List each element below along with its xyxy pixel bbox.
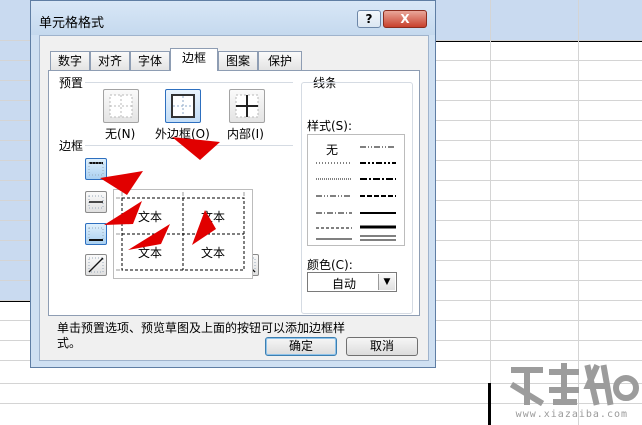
ok-button[interactable]: 确定: [265, 337, 337, 356]
presets-group-label: 预置: [59, 74, 84, 91]
preset-inside-button[interactable]: [229, 89, 265, 123]
help-button[interactable]: ?: [357, 10, 381, 28]
border-group-label: 边框: [59, 137, 84, 154]
border-top-icon: [88, 162, 104, 176]
color-label: 颜色(C):: [307, 256, 353, 273]
border-diagonal-up-icon: [88, 257, 104, 273]
preset-outline-button[interactable]: [165, 89, 201, 123]
cell-border-line: [488, 383, 491, 425]
tab-alignment[interactable]: 对齐: [90, 51, 130, 70]
tab-font[interactable]: 字体: [130, 51, 170, 70]
preset-none-label: 无(N): [105, 127, 136, 141]
tab-protection[interactable]: 保护: [258, 51, 302, 70]
border-middle-horizontal-icon: [88, 195, 104, 209]
border-separator: [85, 145, 293, 146]
preview-text: 文本: [138, 210, 163, 224]
border-preview[interactable]: 文本 文本 文本 文本: [113, 189, 253, 279]
presets-separator: [85, 82, 293, 83]
preview-text: 文本: [201, 210, 226, 224]
line-style-list[interactable]: 无: [307, 134, 405, 246]
tab-patterns[interactable]: 图案: [218, 51, 258, 70]
border-middle-horizontal-button[interactable]: [85, 191, 107, 213]
preset-inside-icon: [235, 94, 259, 118]
preview-text: 文本: [201, 246, 226, 260]
watermark-text: www.xiazaiba.com: [515, 409, 628, 420]
line-style-options: [316, 146, 396, 241]
border-diagonal-up-button[interactable]: [85, 254, 107, 276]
border-tab-panel: 预置 无(N) 外边框(O) 内部(I) 边框 文本 文本 文本 文本 线条 样…: [48, 70, 420, 350]
preview-grid: [116, 192, 245, 271]
dialog-titlebar[interactable]: 单元格格式 ? X: [31, 1, 435, 35]
preset-outline-icon: [171, 94, 195, 118]
preset-none-icon: [109, 94, 133, 118]
format-cells-dialog: 单元格格式 ? X 数字 对齐 字体 边框 图案 保护 预置 无(N) 外边框(…: [30, 0, 436, 368]
preset-outline-label: 外边框(O): [155, 127, 210, 141]
color-dropdown[interactable]: 自动 ▼: [307, 272, 397, 292]
chevron-down-icon[interactable]: ▼: [378, 274, 395, 290]
close-button[interactable]: X: [383, 10, 427, 28]
border-top-button[interactable]: [85, 158, 107, 180]
dialog-client: 数字 对齐 字体 边框 图案 保护 预置 无(N) 外边框(O) 内部(I) 边…: [39, 35, 429, 361]
preview-text: 文本: [138, 246, 163, 260]
tab-number[interactable]: 数字: [50, 51, 90, 70]
border-bottom-icon: [88, 227, 104, 241]
tab-border[interactable]: 边框: [170, 48, 218, 71]
border-bottom-button[interactable]: [85, 223, 107, 245]
dialog-title: 单元格格式: [39, 16, 105, 31]
style-label: 样式(S):: [307, 117, 353, 134]
cancel-button[interactable]: 取消: [346, 337, 418, 356]
selected-range-right: [436, 0, 642, 42]
color-value: 自动: [332, 277, 357, 291]
preset-none-button[interactable]: [103, 89, 139, 123]
watermark-logo: www.xiazaiba.com: [500, 362, 640, 424]
preset-inside-label: 内部(I): [227, 127, 264, 141]
